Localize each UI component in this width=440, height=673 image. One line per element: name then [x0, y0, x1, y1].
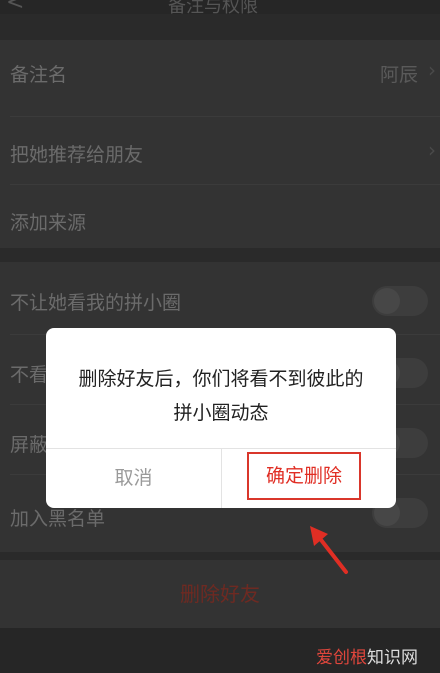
annotation-arrow-icon — [310, 526, 348, 574]
page-title: 备注与权限 — [168, 0, 258, 14]
blacklist-label: 加入黑名单 — [10, 508, 106, 530]
chevron-right-icon: › — [428, 58, 436, 82]
remark-value: 阿辰 — [379, 64, 418, 86]
top-bar: < 备注与权限 — [0, 0, 440, 14]
watermark-text: 知识网 — [367, 648, 418, 668]
delete-friend-button[interactable]: 删除好友 — [0, 560, 440, 628]
confirm-delete-button[interactable]: 确定删除 — [247, 452, 361, 500]
confirm-delete-dialog: 删除好友后，你们将看不到彼此的拼小圈动态 取消 确定删除 — [46, 328, 396, 508]
chevron-right-icon: › — [428, 138, 436, 162]
block-label: 屏蔽 — [10, 434, 49, 456]
source-row[interactable]: 添加来源 — [0, 188, 440, 252]
watermark-logo-text: 爱创根 — [316, 648, 367, 668]
divider — [10, 184, 440, 185]
remark-row[interactable]: 备注名 阿辰 › — [0, 40, 440, 104]
recommend-label: 把她推荐给朋友 — [10, 144, 144, 166]
hide-my-circle-label: 不让她看我的拼小圈 — [10, 292, 182, 314]
watermark: 爱创根知识网 — [316, 643, 418, 668]
recommend-row[interactable]: 把她推荐给朋友 › — [0, 120, 440, 184]
back-icon[interactable]: < — [6, 0, 24, 14]
hide-her-circle-label: 不看 — [10, 364, 49, 386]
divider — [10, 116, 440, 117]
cancel-button[interactable]: 取消 — [46, 449, 221, 508]
dialog-message: 删除好友后，你们将看不到彼此的拼小圈动态 — [78, 368, 364, 424]
hide-my-circle-toggle[interactable] — [372, 286, 428, 316]
source-label: 添加来源 — [10, 212, 87, 234]
settings-group-info: 备注名 阿辰 › 把她推荐给朋友 › 添加来源 — [0, 40, 440, 248]
remark-label: 备注名 — [10, 64, 68, 86]
dialog-button-divider — [221, 449, 222, 508]
